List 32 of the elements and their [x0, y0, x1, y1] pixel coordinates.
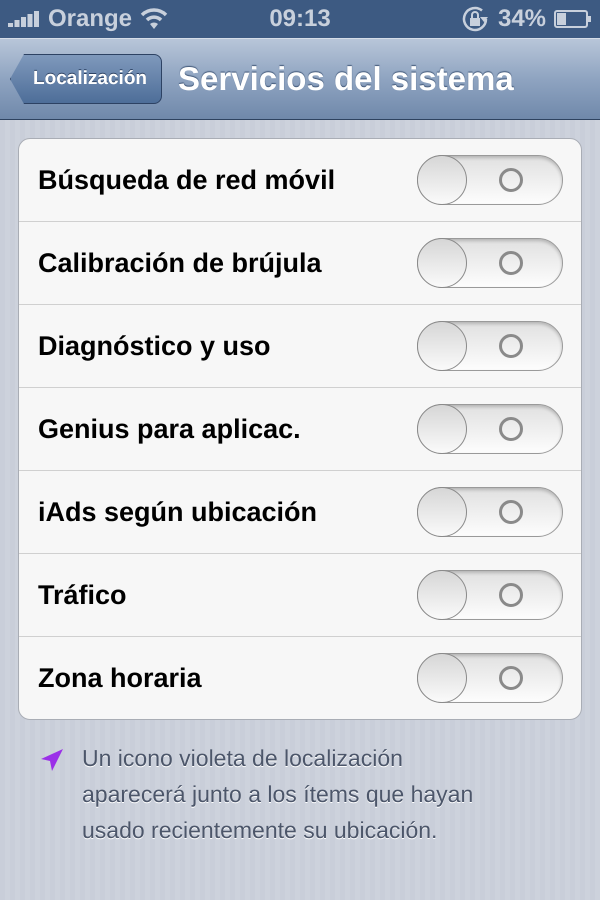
footer-note: Un icono violeta de localización aparecerá junto a los ítems que hayan usado recientemente su ubicación. [82, 744, 474, 845]
rotation-lock-icon [460, 4, 490, 34]
battery-icon [554, 9, 592, 29]
page-title: Servicios del sistema [178, 60, 514, 98]
toggle-switch[interactable] [417, 653, 563, 703]
back-button[interactable]: Localización [10, 54, 162, 104]
setting-label: Genius para aplicac. [38, 414, 301, 444]
setting-label: Zona horaria [38, 662, 202, 694]
setting-label: iAds según ubicación [38, 496, 318, 528]
setting-label: Diagnóstico y uso [38, 330, 271, 362]
wifi-icon [140, 8, 168, 30]
toggle-switch[interactable] [417, 570, 563, 620]
toggle-switch[interactable] [417, 155, 563, 205]
toggle-switch[interactable] [417, 238, 563, 288]
setting-label: Búsqueda de red móvil [38, 164, 336, 196]
off-circle-icon [498, 416, 524, 442]
off-circle-icon [498, 250, 524, 276]
carrier-name: Orange [48, 5, 132, 33]
battery-percent: 34% [498, 5, 546, 33]
off-circle-icon [498, 167, 524, 193]
toggle-switch[interactable] [417, 404, 563, 454]
off-circle-icon [498, 333, 524, 359]
off-circle-icon [498, 582, 524, 608]
off-circle-icon [498, 499, 524, 525]
toggle-switch[interactable] [417, 487, 563, 537]
toggle-switch[interactable] [417, 321, 563, 371]
location-arrow-icon [40, 748, 64, 772]
off-circle-icon [498, 665, 524, 691]
signal-icon [8, 11, 40, 27]
setting-label: Tráfico [38, 580, 127, 610]
setting-label: Calibración de brújula [38, 248, 322, 278]
status-time: 09:13 [269, 5, 331, 33]
